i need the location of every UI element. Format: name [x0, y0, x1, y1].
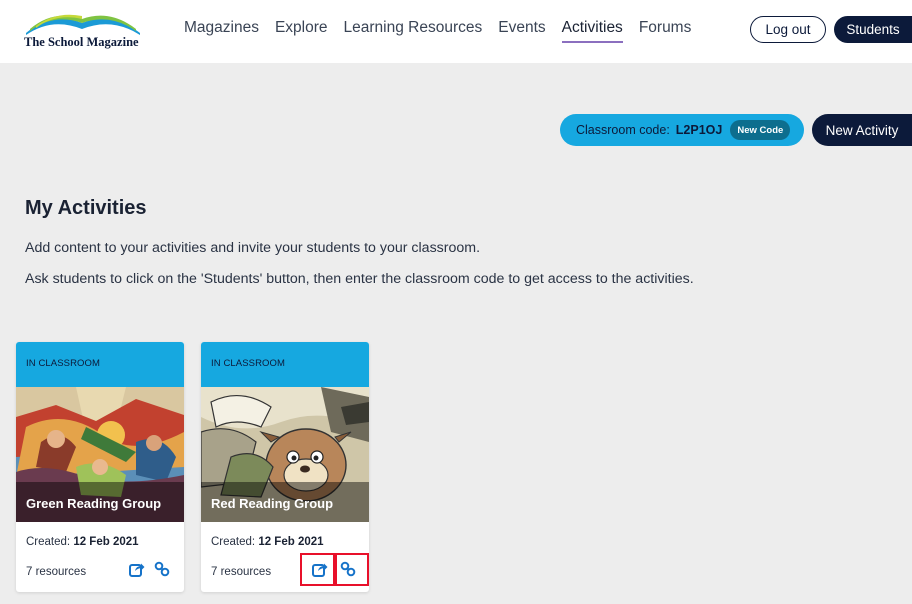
description-invite: Add content to your activities and invit… — [25, 240, 481, 256]
nav-explore[interactable]: Explore — [275, 19, 328, 43]
page-title: My Activities — [25, 197, 147, 219]
copy-link-icon[interactable] — [153, 560, 171, 578]
students-button[interactable]: Students — [834, 16, 912, 43]
created-label: Created: — [211, 536, 256, 548]
share-icon[interactable] — [128, 560, 146, 578]
logout-button[interactable]: Log out — [750, 16, 826, 43]
site-header: The School Magazine Magazines Explore Le… — [0, 0, 912, 63]
card-resource-count: 7 resources — [26, 566, 87, 578]
main-nav: Magazines Explore Learning Resources Eve… — [184, 19, 707, 43]
card-cover-image[interactable]: Green Reading Group — [16, 387, 184, 522]
card-title: Green Reading Group — [26, 496, 162, 511]
card-status-badge: IN CLASSROOM — [16, 342, 184, 387]
nav-events[interactable]: Events — [498, 19, 545, 43]
nav-activities[interactable]: Activities — [561, 19, 623, 43]
activity-card-green[interactable]: IN CLASSROOM Green Reading Group Created… — [16, 342, 184, 592]
card-created-date: Created: 12 Feb 2021 — [26, 536, 139, 548]
school-magazine-logo[interactable]: The School Magazine — [22, 9, 146, 53]
description-instructions: Ask students to click on the 'Students' … — [25, 271, 694, 287]
logo-text: The School Magazine — [24, 35, 139, 49]
card-status-badge: IN CLASSROOM — [201, 342, 369, 387]
classroom-code-pill: Classroom code: L2P1OJ New Code — [560, 114, 804, 146]
nav-magazines[interactable]: Magazines — [184, 19, 259, 43]
nav-forums[interactable]: Forums — [639, 19, 692, 43]
classroom-code-label: Classroom code: — [576, 123, 670, 137]
new-activity-button[interactable]: New Activity — [812, 114, 912, 146]
nav-learning-resources[interactable]: Learning Resources — [344, 19, 483, 43]
card-resource-count: 7 resources — [211, 566, 272, 578]
created-date-value: 12 Feb 2021 — [258, 536, 324, 548]
copy-link-icon-highlight — [335, 553, 369, 586]
card-cover-image[interactable]: Red Reading Group — [201, 387, 369, 522]
new-code-button[interactable]: New Code — [730, 120, 791, 140]
book-stripes-icon — [26, 14, 140, 35]
share-icon-highlight — [300, 553, 335, 586]
created-date-value: 12 Feb 2021 — [73, 536, 139, 548]
card-created-date: Created: 12 Feb 2021 — [211, 536, 324, 548]
created-label: Created: — [26, 536, 71, 548]
card-title: Red Reading Group — [211, 496, 334, 511]
classroom-code-value: L2P1OJ — [675, 123, 723, 137]
